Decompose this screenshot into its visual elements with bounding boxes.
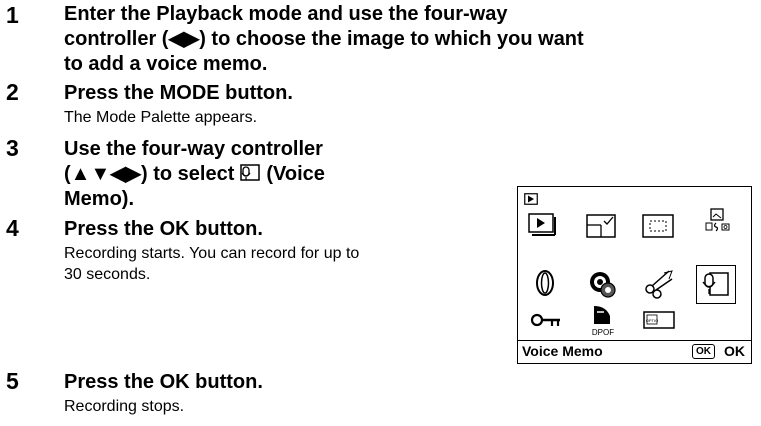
dpof-text: DPOF — [592, 328, 614, 337]
voice-memo-icon — [238, 163, 262, 183]
step-1-title-line-1: Enter the Playback mode and use the four… — [64, 3, 508, 25]
resize-icon — [585, 213, 619, 239]
step-3-title-line-3: Memo). — [64, 188, 134, 210]
trimming-icon — [641, 213, 677, 239]
start-up-card-text: OPTIO — [646, 318, 658, 323]
slideshow-icon — [527, 212, 561, 238]
step-1-title-line-2: controller (◀▶) to choose the image to w… — [64, 28, 584, 50]
digital-filter-icon — [588, 267, 618, 299]
step-4-number: 4 — [6, 215, 19, 241]
step-1-title-line-3: to add a voice memo. — [64, 53, 268, 75]
step-2-number: 2 — [6, 79, 19, 105]
step-5-title: Press the OK button. — [64, 371, 263, 393]
voice-memo-selected-cell — [696, 265, 736, 304]
protect-icon — [530, 311, 562, 329]
playback-mode-icon — [524, 193, 538, 205]
selected-mode-label: Voice Memo — [522, 343, 603, 359]
ok-action-label: OK — [724, 343, 745, 359]
start-up-screen-icon: OPTIO — [642, 310, 676, 330]
frame-composite-icon — [642, 267, 676, 299]
rotate-icon — [532, 268, 558, 298]
step-1-number: 1 — [6, 2, 19, 28]
step-5-number: 5 — [6, 368, 19, 394]
palette-footer: Voice Memo OK OK — [518, 340, 751, 363]
dpof-icon: DPOF — [586, 304, 620, 338]
ok-key-icon: OK — [692, 344, 715, 359]
step-4-description-line-2: 30 seconds. — [64, 266, 151, 283]
step-2-description: The Mode Palette appears. — [64, 109, 258, 126]
step-4-title: Press the OK button. — [64, 218, 263, 240]
step-2-title: Press the MODE button. — [64, 82, 293, 104]
step-3-title-line-2-text: (▲▼◀▶) to select — [64, 163, 235, 185]
voice-memo-icon — [701, 269, 731, 299]
step-3-number: 3 — [6, 135, 19, 161]
mode-palette-screen: DPOF OPTIO Voice Memo OK OK — [517, 186, 752, 364]
step-3-title-line-1: Use the four-way controller — [64, 138, 323, 160]
step-3-title-line-2: (▲▼◀▶) to select (Voice — [64, 162, 325, 187]
step-3-title-line-2-suffix: (Voice — [266, 163, 325, 185]
step-5-description: Recording stops. — [64, 398, 185, 415]
step-4-description-line-1: Recording starts. You can record for up … — [64, 245, 360, 262]
image-copy-icon — [702, 207, 732, 241]
